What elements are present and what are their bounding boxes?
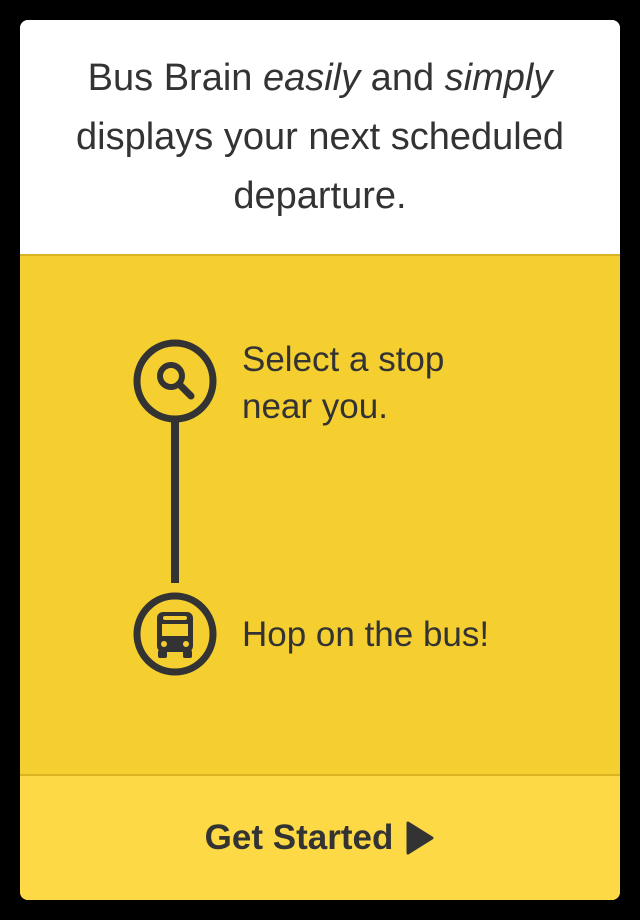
bus-icon [133, 592, 217, 676]
steps-section: Select a stop near you. Hop on the bus! [20, 256, 620, 776]
onboarding-card: Bus Brain easily and simply displays you… [20, 20, 620, 900]
play-arrow-icon [405, 821, 435, 855]
intro-emphasis-easily: easily [262, 56, 361, 99]
intro-part2: and [360, 56, 445, 99]
step-1-line-2: near you. [242, 387, 388, 426]
get-started-button[interactable]: Get Started [20, 774, 620, 900]
step-connector-line [171, 413, 179, 583]
intro-emphasis-simply: simply [444, 56, 553, 99]
step-select-stop-text: Select a stop near you. [242, 336, 582, 430]
intro-header: Bus Brain easily and simply displays you… [20, 20, 620, 256]
get-started-label: Get Started [204, 818, 394, 857]
step-1-line-1: Select a stop [242, 340, 445, 379]
step-2-line-1: Hop on the bus! [242, 615, 490, 654]
step-hop-on-text: Hop on the bus! [242, 611, 582, 658]
intro-part1: Bus Brain [87, 56, 263, 99]
intro-part3: displays your next scheduled departure. [76, 115, 564, 217]
intro-text: Bus Brain easily and simply displays you… [40, 49, 600, 226]
search-icon [133, 339, 217, 423]
